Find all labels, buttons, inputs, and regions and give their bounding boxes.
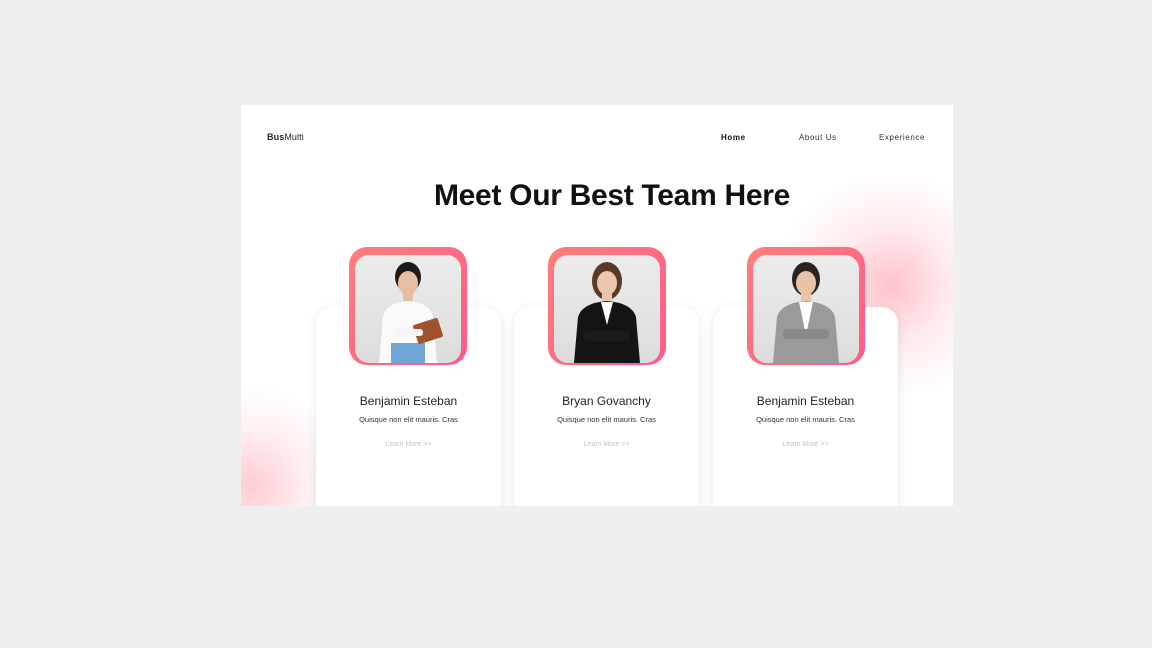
nav-about-us[interactable]: About Us [799, 133, 837, 142]
avatar-frame [349, 247, 467, 365]
avatar-frame [548, 247, 666, 365]
avatar [753, 255, 859, 363]
avatar [554, 255, 660, 363]
team-member-description: Quisque non elit mauris. Cras [557, 415, 656, 424]
team-member-description: Quisque non elit mauris. Cras [756, 415, 855, 424]
team-member-description: Quisque non elit mauris. Cras [359, 415, 458, 424]
nav-experience[interactable]: Experience [879, 133, 925, 142]
avatar [355, 255, 461, 363]
learn-more-link[interactable]: Learn More >> [316, 441, 501, 448]
avatar-frame [747, 247, 865, 365]
page-title: Meet Our Best Team Here [433, 179, 790, 212]
brand-logo-rest: Multi [284, 132, 304, 142]
nav-home[interactable]: Home [721, 133, 746, 142]
brand-logo[interactable]: BusMulti [267, 132, 304, 142]
landing-frame: BusMulti Home About Us Experience Meet O… [241, 105, 953, 506]
team-member-name: Bryan Govanchy [562, 394, 651, 408]
brand-logo-bold: Bus [267, 132, 285, 142]
learn-more-link[interactable]: Learn More >> [514, 441, 699, 448]
learn-more-link[interactable]: Learn More >> [713, 441, 898, 448]
team-member-name: Benjamin Esteban [359, 394, 458, 408]
team-member-name: Benjamin Esteban [756, 394, 855, 408]
